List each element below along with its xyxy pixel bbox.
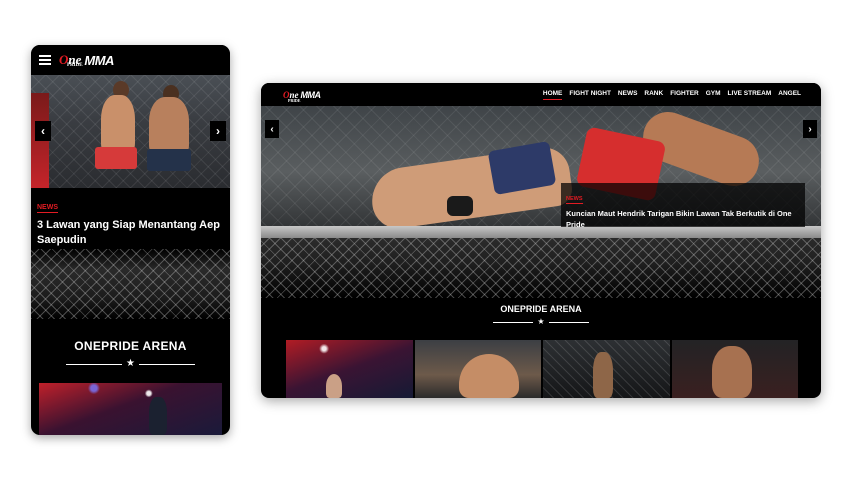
category-tag[interactable]: News (37, 204, 58, 213)
nav-live-stream[interactable]: LIVE STREAM (728, 90, 772, 100)
arena-thumbnail[interactable] (286, 340, 413, 398)
prev-arrow-icon[interactable]: ‹ (35, 121, 51, 141)
hamburger-menu-icon[interactable] (39, 55, 51, 65)
cage-fence-decor (31, 249, 230, 319)
mobile-mockup: One PRIDE MMA ‹ › News 3 Lawan yang Siap … (31, 45, 230, 435)
star-icon: ★ (126, 358, 135, 369)
nav-news[interactable]: NEWS (618, 90, 638, 100)
logo-mark: One PRIDE (283, 89, 301, 103)
fighter-image (593, 352, 613, 398)
arena-thumbnail[interactable] (671, 340, 798, 398)
category-tag[interactable]: News (566, 196, 583, 204)
desktop-header: One PRIDE MMA HOME FIGHT NIGHT NEWS RANK … (261, 83, 821, 106)
fighter-image (326, 374, 342, 398)
prev-arrow-icon[interactable]: ‹ (265, 120, 279, 138)
arena-thumbnail[interactable] (39, 383, 222, 435)
fighter-image (101, 95, 135, 155)
star-icon: ★ (537, 317, 545, 326)
nav-rank[interactable]: RANK (644, 90, 663, 100)
logo-mma: MMA (300, 89, 322, 100)
site-logo[interactable]: One PRIDE MMA (283, 89, 322, 103)
section-header: ONEPRIDE ARENA ★ (261, 298, 821, 342)
next-arrow-icon[interactable]: › (210, 121, 226, 141)
hero-slider[interactable]: ‹ › (31, 75, 230, 188)
logo-mark: One PRIDE (59, 52, 83, 68)
site-logo[interactable]: One PRIDE MMA (59, 52, 114, 68)
glove-image (447, 196, 473, 216)
arena-thumbnail[interactable] (543, 340, 670, 398)
section-title: ONEPRIDE ARENA (74, 339, 187, 353)
headline[interactable]: Kuncian Maut Hendrik Tarigan Bikin Lawan… (566, 208, 800, 230)
fighter-shorts (95, 147, 137, 169)
headline[interactable]: 3 Lawan yang Siap Menantang Aep Saepudin (37, 218, 224, 248)
fighter-image (149, 397, 167, 435)
hero-caption[interactable]: News Kuncian Maut Hendrik Tarigan Bikin … (561, 183, 805, 230)
nav-gym[interactable]: GYM (706, 90, 721, 100)
arena-thumbnail[interactable] (414, 340, 541, 398)
next-arrow-icon[interactable]: › (803, 120, 817, 138)
section-title: ONEPRIDE ARENA (500, 304, 582, 314)
fighter-image (711, 346, 752, 398)
main-nav: HOME FIGHT NIGHT NEWS RANK FIGHTER GYM L… (542, 90, 801, 100)
cage-fence-decor (261, 238, 821, 298)
nav-fighter[interactable]: FIGHTER (670, 90, 699, 100)
fighter-image (149, 97, 189, 157)
hero-slider[interactable]: ‹ › News Kuncian Maut Hendrik Tarigan Bi… (261, 106, 821, 238)
arena-thumbnails (286, 340, 798, 398)
nav-angel[interactable]: ANGEL (778, 90, 801, 100)
nav-home[interactable]: HOME (542, 90, 563, 100)
desktop-mockup: One PRIDE MMA HOME FIGHT NIGHT NEWS RANK … (261, 83, 821, 398)
section-divider: ★ (261, 318, 821, 326)
logo-mma: MMA (84, 52, 114, 68)
section-divider: ★ (31, 359, 230, 369)
fighter-image (458, 354, 519, 398)
fighter-shorts (147, 149, 191, 171)
mobile-header: One PRIDE MMA (31, 45, 230, 75)
nav-fight-night[interactable]: FIGHT NIGHT (569, 90, 611, 100)
section-header: ONEPRIDE ARENA ★ (31, 319, 230, 393)
hero-caption[interactable]: News 3 Lawan yang Siap Menantang Aep Sae… (31, 188, 230, 249)
